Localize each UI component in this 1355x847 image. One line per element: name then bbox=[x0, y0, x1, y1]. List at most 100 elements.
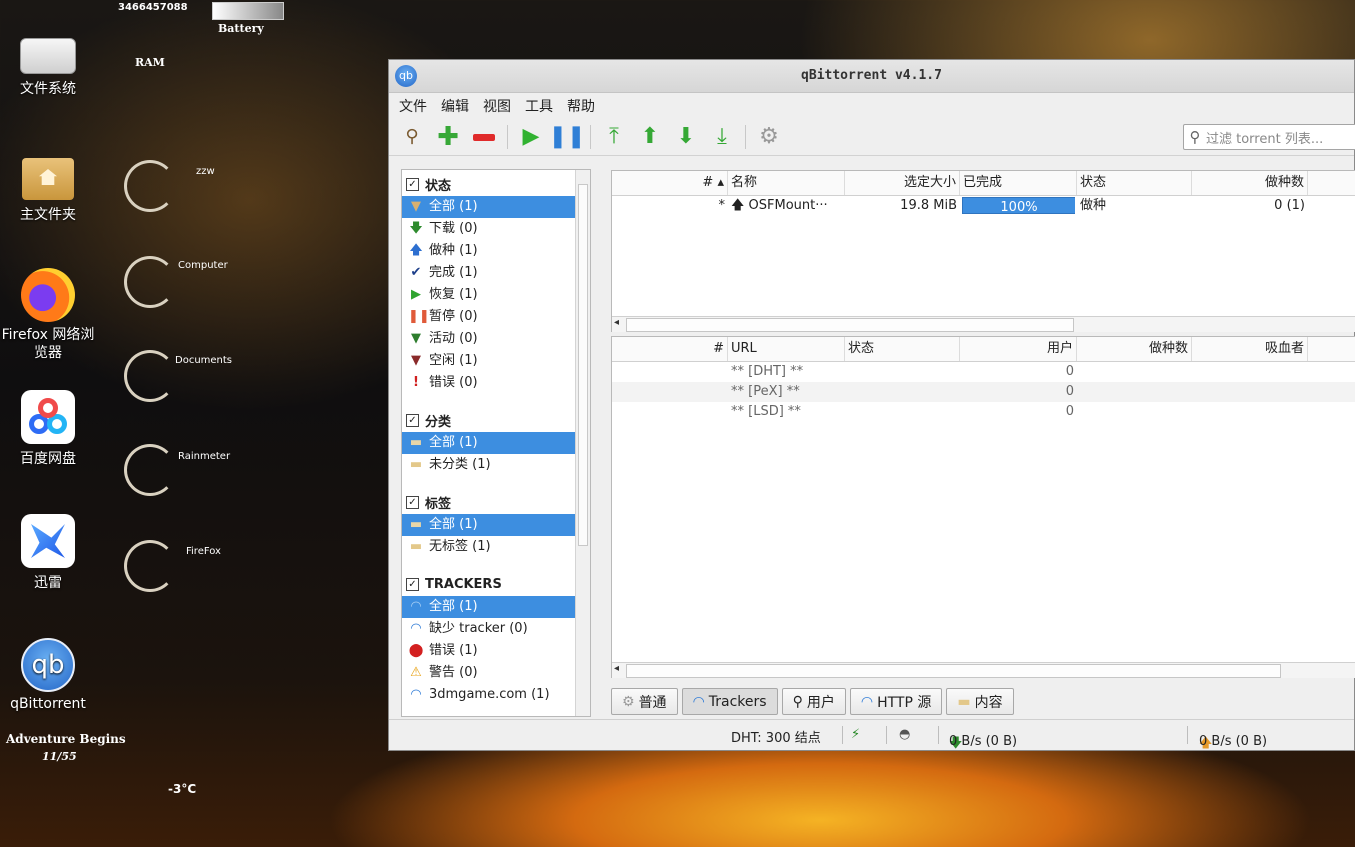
table-row[interactable]: ** [DHT] ** 0 bbox=[612, 362, 1355, 382]
tag-section-header[interactable]: ✓ 标签 bbox=[402, 490, 590, 514]
category-item-all[interactable]: ▬ 全部 (1) bbox=[402, 432, 576, 454]
pause-button[interactable]: ❚❚ bbox=[549, 124, 586, 150]
menu-bar: 文件 编辑 视图 工具 帮助 bbox=[389, 93, 1354, 119]
gauge-label: Documents bbox=[175, 355, 233, 366]
menu-edit[interactable]: 编辑 bbox=[441, 96, 469, 116]
tracker-users: 0 bbox=[1065, 404, 1074, 419]
tab-trackers[interactable]: ◠ Trackers bbox=[681, 688, 778, 715]
gauge-icon[interactable] bbox=[124, 256, 176, 308]
filter-item-seeding[interactable]: 🡅 做种 (1) bbox=[402, 240, 576, 262]
row-status: 做种 bbox=[1080, 198, 1107, 213]
column-header-seeds[interactable]: 做种数 bbox=[1192, 171, 1308, 195]
tab-peers[interactable]: ⚲ 用户 bbox=[781, 688, 846, 715]
move-bottom-button[interactable]: ⤓ bbox=[709, 124, 735, 150]
checkbox[interactable]: ✓ bbox=[406, 413, 419, 427]
tag-item-untagged[interactable]: ▬ 无标签 (1) bbox=[402, 536, 576, 558]
desktop-icon-filesystem[interactable]: 文件系统 bbox=[0, 28, 96, 98]
title-bar[interactable]: qb qBittorrent v4.1.7 bbox=[389, 60, 1354, 93]
filter-item-downloading[interactable]: 🡇 下载 (0) bbox=[402, 218, 576, 240]
column-header-users[interactable]: 用户 bbox=[960, 337, 1077, 361]
move-top-button[interactable]: ⤒ bbox=[601, 124, 627, 150]
column-header-progress[interactable]: 已完成 bbox=[960, 171, 1077, 195]
row-number: * bbox=[718, 198, 726, 213]
options-button[interactable]: ⚙ bbox=[756, 124, 782, 150]
gauge-label: Rainmeter bbox=[178, 451, 231, 462]
checkbox[interactable]: ✓ bbox=[406, 495, 419, 509]
category-section-header[interactable]: ✓ 分类 bbox=[402, 408, 590, 432]
column-header-url[interactable]: URL bbox=[728, 337, 845, 361]
scroll-left-icon[interactable]: ◂ bbox=[614, 663, 619, 674]
qbittorrent-icon: qb bbox=[21, 638, 75, 692]
delete-button[interactable] bbox=[471, 124, 497, 150]
tracker-list-hscrollbar[interactable]: ◂ bbox=[612, 662, 1355, 678]
filter-item-active[interactable]: ▼ 活动 (0) bbox=[402, 328, 576, 350]
checkbox[interactable]: ✓ bbox=[406, 577, 419, 591]
column-header-size[interactable]: 选定大小 bbox=[845, 171, 960, 195]
xunlei-icon bbox=[21, 514, 75, 568]
add-link-button[interactable]: ⚲ bbox=[399, 124, 425, 150]
table-row[interactable]: ** [LSD] ** 0 bbox=[612, 402, 1355, 422]
column-header-name[interactable]: 名称 bbox=[728, 171, 845, 195]
checkmark-icon: ✔ bbox=[410, 265, 422, 280]
speed-limit-icon[interactable]: ◓ bbox=[899, 727, 910, 742]
filter-sidebar: ✓ 状态 ▼ 全部 (1) 🡇 下载 (0) 🡅 做种 (1) ✔ 完成 (1) ▶ 恢复 … bbox=[401, 169, 591, 717]
desktop-icon-home[interactable]: 主文件夹 bbox=[0, 152, 96, 224]
tracker-section-header[interactable]: ✓ TRACKERS bbox=[402, 572, 590, 596]
column-header-seeds[interactable]: 做种数 bbox=[1077, 337, 1192, 361]
filter-item-completed[interactable]: ✔ 完成 (1) bbox=[402, 262, 576, 284]
column-header-status[interactable]: 状态 bbox=[1077, 171, 1192, 195]
menu-file[interactable]: 文件 bbox=[399, 96, 427, 116]
desktop-icon-xunlei[interactable]: 迅雷 bbox=[0, 514, 96, 592]
tracker-item-all[interactable]: ◠ 全部 (1) bbox=[402, 596, 576, 618]
status-bar: DHT: 300 结点 ⚡ ◓ 🡇 0 B/s (0 B) 🡅 0 B/s (0… bbox=[389, 719, 1354, 751]
connection-status-icon[interactable]: ⚡ bbox=[851, 727, 860, 742]
torrent-list-hscrollbar[interactable]: ◂ bbox=[612, 316, 1355, 332]
move-up-button[interactable]: ⬆ bbox=[637, 124, 663, 150]
tab-content[interactable]: ▬ 内容 bbox=[946, 688, 1014, 715]
desktop-icon-baidu[interactable]: 百度网盘 bbox=[0, 390, 96, 468]
category-item-uncategorized[interactable]: ▬ 未分类 (1) bbox=[402, 454, 576, 476]
battery-meter bbox=[212, 2, 284, 20]
tag-item-all[interactable]: ▬ 全部 (1) bbox=[402, 514, 576, 536]
desktop-icon-firefox[interactable]: Firefox 网络浏览器 bbox=[0, 268, 96, 362]
seeding-arrow-icon: 🡅 bbox=[731, 198, 745, 213]
resume-button[interactable]: ▶ bbox=[518, 124, 544, 150]
tracker-item-3dmgame[interactable]: ◠ 3dmgame.com (1) bbox=[402, 684, 576, 706]
column-header-number[interactable]: # bbox=[612, 337, 728, 361]
status-section-header[interactable]: ✓ 状态 bbox=[402, 172, 590, 196]
gauge-icon[interactable] bbox=[124, 160, 176, 212]
table-row[interactable]: * 🡅 OSFMount··· 19.8 MiB 100% 做种 0 (1) bbox=[612, 196, 1355, 216]
menu-tools[interactable]: 工具 bbox=[525, 96, 553, 116]
tracker-item-trackerless[interactable]: ◠ 缺少 tracker (0) bbox=[402, 618, 576, 640]
filter-item-inactive[interactable]: ▼ 空闲 (1) bbox=[402, 350, 576, 372]
column-header-number[interactable]: # ▴ bbox=[612, 171, 728, 195]
tracker-item-error[interactable]: ⬤ 错误 (1) bbox=[402, 640, 576, 662]
arrow-up-icon: 🡅 bbox=[409, 243, 423, 258]
search-input[interactable]: ⚲ 过滤 torrent 列表... bbox=[1183, 124, 1355, 150]
filter-item-resumed[interactable]: ▶ 恢复 (1) bbox=[402, 284, 576, 306]
sidebar-scrollbar[interactable] bbox=[575, 170, 590, 716]
gauge-icon[interactable] bbox=[124, 540, 176, 592]
checkbox[interactable]: ✓ bbox=[406, 177, 419, 191]
tab-http-sources[interactable]: ◠ HTTP 源 bbox=[849, 688, 943, 715]
filter-item-errored[interactable]: ! 错误 (0) bbox=[402, 372, 576, 394]
table-row[interactable]: ** [PeX] ** 0 bbox=[612, 382, 1355, 402]
column-header-status[interactable]: 状态 bbox=[845, 337, 960, 361]
scroll-left-icon[interactable]: ◂ bbox=[614, 317, 619, 328]
tab-general[interactable]: ⚙ 普通 bbox=[611, 688, 678, 715]
tracker-item-warning[interactable]: ⚠ 警告 (0) bbox=[402, 662, 576, 684]
gauge-icon[interactable] bbox=[124, 350, 176, 402]
widget-number: 3466457088 bbox=[118, 2, 188, 13]
menu-help[interactable]: 帮助 bbox=[567, 96, 595, 116]
menu-view[interactable]: 视图 bbox=[483, 96, 511, 116]
funnel-icon: ▼ bbox=[411, 353, 421, 368]
desktop-icon-qbittorrent[interactable]: qb qBittorrent bbox=[0, 638, 96, 712]
column-header-leechers[interactable]: 吸血者 bbox=[1192, 337, 1308, 361]
gauge-icon[interactable] bbox=[124, 444, 176, 496]
filter-item-paused[interactable]: ❚❚ 暂停 (0) bbox=[402, 306, 576, 328]
gauge-label: zzw bbox=[196, 166, 215, 177]
tracker-list-header: # URL 状态 用户 做种数 吸血者 bbox=[612, 337, 1355, 362]
add-torrent-button[interactable]: ✚ bbox=[435, 124, 461, 150]
filter-item-all[interactable]: ▼ 全部 (1) bbox=[402, 196, 576, 218]
move-down-button[interactable]: ⬇ bbox=[673, 124, 699, 150]
